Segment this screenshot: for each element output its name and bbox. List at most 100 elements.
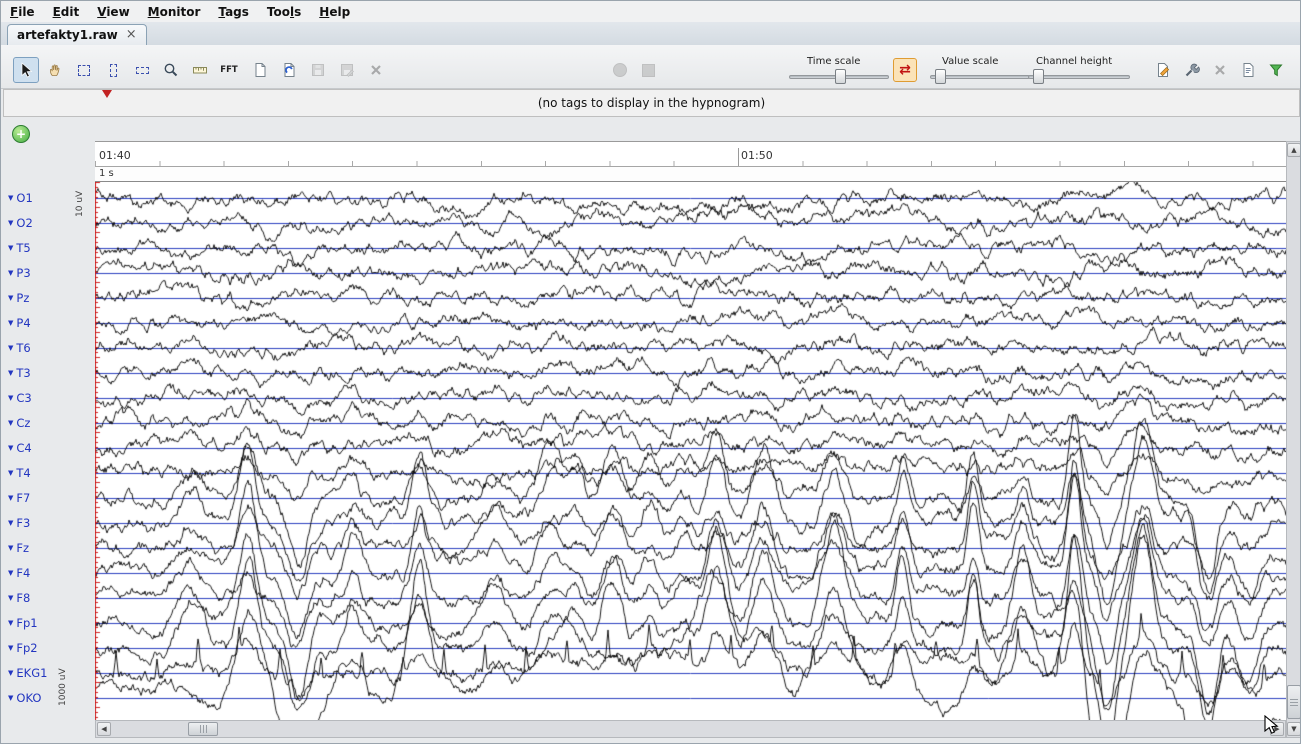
tab-close-icon[interactable]: × (126, 30, 137, 40)
tab-title: artefakty1.raw (17, 28, 118, 42)
channel-dropdown-icon[interactable]: ▼ (8, 419, 13, 427)
hand-tool-button[interactable] (42, 57, 68, 83)
horizontal-scroll-thumb[interactable] (188, 722, 218, 736)
channel-label-c3[interactable]: ▼C3 (8, 391, 32, 405)
channel-dropdown-icon[interactable]: ▼ (8, 319, 13, 327)
document-info-button[interactable] (1235, 57, 1261, 83)
stop-icon (642, 64, 655, 77)
select-block-tool-button[interactable] (71, 57, 97, 83)
channel-selection-icon (136, 67, 149, 74)
channel-dropdown-icon[interactable]: ▼ (8, 369, 13, 377)
scroll-up-button[interactable]: ▲ (1287, 143, 1301, 157)
zoom-tool-button[interactable] (158, 57, 184, 83)
funnel-icon (1268, 62, 1284, 78)
horizontal-scrollbar[interactable]: ◀ ▶ (95, 720, 1286, 738)
channel-label-ekg1[interactable]: ▼EKG1 (8, 666, 47, 680)
channel-label-p3[interactable]: ▼P3 (8, 266, 31, 280)
channel-dropdown-icon[interactable]: ▼ (8, 469, 13, 477)
channel-label-fz[interactable]: ▼Fz (8, 541, 29, 555)
value-scale-slider-thumb[interactable] (935, 69, 946, 84)
stop-monitor-button (635, 57, 661, 83)
channel-dropdown-icon[interactable]: ▼ (8, 569, 13, 577)
time-unit-label: 1 s (99, 168, 114, 179)
tag-style-button[interactable] (276, 57, 302, 83)
down-arrow-icon: ▼ (1291, 725, 1296, 733)
channel-label-pz[interactable]: ▼Pz (8, 291, 29, 305)
channel-dropdown-icon[interactable]: ▼ (8, 644, 13, 652)
channel-label-f4[interactable]: ▼F4 (8, 566, 30, 580)
channel-height-slider-thumb[interactable] (1033, 69, 1044, 84)
channel-label-fp1[interactable]: ▼Fp1 (8, 616, 38, 630)
select-column-tool-button[interactable] (100, 57, 126, 83)
montage-wrench-button[interactable] (1179, 57, 1205, 83)
menu-item-view[interactable]: View (88, 3, 138, 21)
add-channel-button[interactable]: + (12, 125, 30, 143)
channel-dropdown-icon[interactable]: ▼ (8, 494, 13, 502)
channel-label-c4[interactable]: ▼C4 (8, 441, 32, 455)
right-arrow-icon: ▶ (1274, 725, 1279, 733)
channel-dropdown-icon[interactable]: ▼ (8, 444, 13, 452)
channel-dropdown-icon[interactable]: ▼ (8, 294, 13, 302)
signal-canvas[interactable] (95, 182, 1286, 720)
save-tags-button (305, 57, 331, 83)
menu-item-edit[interactable]: Edit (44, 3, 89, 21)
channel-dropdown-icon[interactable]: ▼ (8, 519, 13, 527)
channel-dropdown-icon[interactable]: ▼ (8, 194, 13, 202)
scroll-down-button[interactable]: ▼ (1287, 722, 1301, 736)
scroll-right-button[interactable]: ▶ (1270, 722, 1284, 736)
channel-dropdown-icon[interactable]: ▼ (8, 619, 13, 627)
tab-artefakty1[interactable]: artefakty1.raw × (7, 24, 147, 45)
channel-label-t5[interactable]: ▼T5 (8, 241, 31, 255)
application-window: FileEditViewMonitorTagsToolsHelp artefak… (0, 0, 1301, 744)
select-channel-tool-button[interactable] (129, 57, 155, 83)
channel-dropdown-icon[interactable]: ▼ (8, 219, 13, 227)
menu-item-help[interactable]: Help (310, 3, 359, 21)
time-unit-row: 1 s (95, 167, 1286, 182)
new-tag-document-button[interactable] (247, 57, 273, 83)
channel-label-oko[interactable]: ▼OKO (8, 691, 41, 705)
channel-label-fp2[interactable]: ▼Fp2 (8, 641, 38, 655)
filter-button[interactable] (1263, 57, 1289, 83)
channel-label-o1[interactable]: ▼O1 (8, 191, 33, 205)
menu-item-monitor[interactable]: Monitor (139, 3, 210, 21)
plus-icon: + (16, 128, 26, 140)
ruler-icon (192, 62, 208, 78)
tab-bar: artefakty1.raw × (1, 22, 1300, 46)
signal-parameters-button[interactable] (1150, 57, 1176, 83)
channel-label-t4[interactable]: ▼T4 (8, 466, 31, 480)
channel-dropdown-icon[interactable]: ▼ (8, 269, 13, 277)
channel-label-t3[interactable]: ▼T3 (8, 366, 31, 380)
channel-dropdown-icon[interactable]: ▼ (8, 394, 13, 402)
channel-dropdown-icon[interactable]: ▼ (8, 694, 13, 702)
channel-label-p4[interactable]: ▼P4 (8, 316, 31, 330)
time-scale-label: Time scale (807, 56, 860, 67)
channel-dropdown-icon[interactable]: ▼ (8, 344, 13, 352)
menu-item-tags[interactable]: Tags (209, 3, 257, 21)
record-icon (613, 63, 627, 77)
channel-label-o2[interactable]: ▼O2 (8, 216, 33, 230)
channel-dropdown-icon[interactable]: ▼ (8, 669, 13, 677)
scroll-left-button[interactable]: ◀ (97, 722, 111, 736)
channel-label-cz[interactable]: ▼Cz (8, 416, 30, 430)
menu-item-file[interactable]: File (1, 3, 44, 21)
timeline-ruler[interactable]: 01:40 01:50 (95, 141, 1286, 167)
left-arrow-icon: ◀ (101, 725, 106, 733)
channel-dropdown-icon[interactable]: ▼ (8, 594, 13, 602)
channel-dropdown-icon[interactable]: ▼ (8, 544, 13, 552)
save-tags-as-button (334, 57, 360, 83)
channel-label-f7[interactable]: ▼F7 (8, 491, 30, 505)
channel-label-f3[interactable]: ▼F3 (8, 516, 30, 530)
vertical-scroll-thumb[interactable] (1287, 685, 1301, 719)
vertical-scrollbar[interactable]: ▲ ▼ (1286, 141, 1301, 738)
fft-tool-button[interactable]: FFT (216, 57, 242, 83)
measure-tool-button[interactable] (187, 57, 213, 83)
time-scale-slider-thumb[interactable] (835, 69, 846, 84)
channel-label-t6[interactable]: ▼T6 (8, 341, 31, 355)
fit-time-scale-button[interactable]: ⇄ (893, 58, 917, 82)
channel-dropdown-icon[interactable]: ▼ (8, 244, 13, 252)
menu-item-tools[interactable]: Tools (258, 3, 310, 21)
channel-label-f8[interactable]: ▼F8 (8, 591, 30, 605)
hypnogram-bar[interactable]: (no tags to display in the hypnogram) (3, 89, 1300, 117)
timeline-start-label: 01:40 (99, 149, 131, 162)
select-tool-button[interactable] (13, 57, 39, 83)
